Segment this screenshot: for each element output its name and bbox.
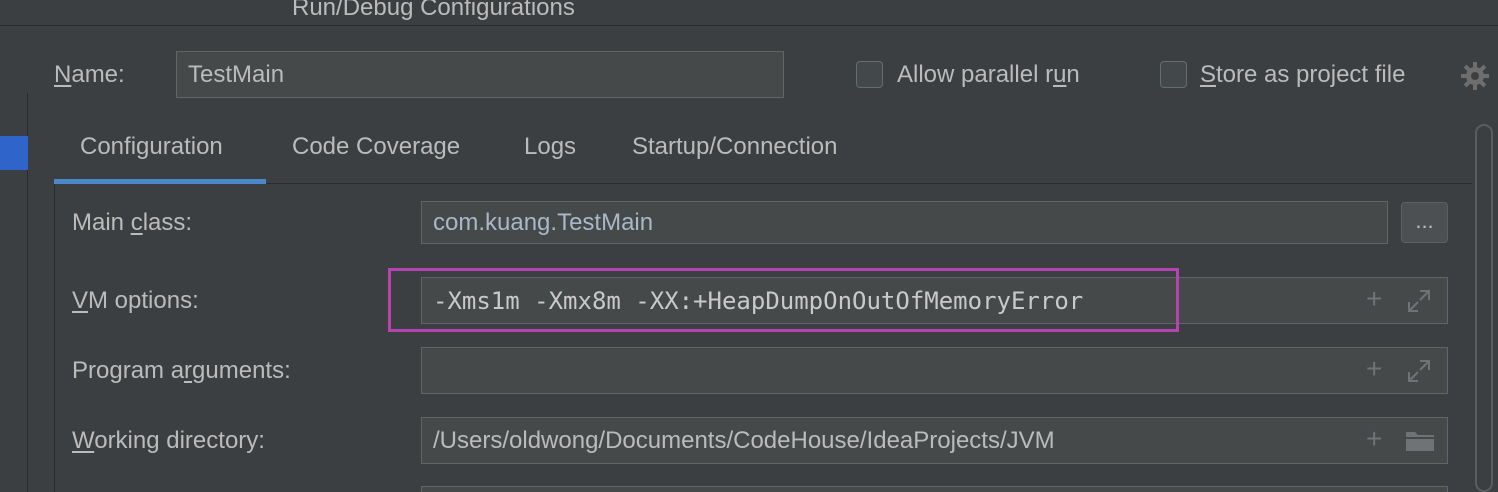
working-directory-label: Working directory: <box>72 427 265 454</box>
selected-configuration-item[interactable] <box>0 136 28 170</box>
name-label: Name: <box>54 61 125 88</box>
tab-logs[interactable]: Logs <box>524 133 576 183</box>
tab-code-coverage[interactable]: Code Coverage <box>292 133 460 183</box>
gear-icon[interactable] <box>1460 61 1490 91</box>
name-input[interactable]: TestMain <box>176 51 784 98</box>
program-arguments-input[interactable] <box>421 347 1448 394</box>
dialog-title: Run/Debug Configurations <box>292 0 575 21</box>
working-directory-input[interactable]: /Users/oldwong/Documents/CodeHouse/IdeaP… <box>421 417 1448 464</box>
next-field-partial[interactable] <box>421 486 1448 492</box>
expand-icon[interactable] <box>1406 358 1432 389</box>
folder-icon[interactable] <box>1404 428 1436 459</box>
plus-icon[interactable]: + <box>1366 425 1382 453</box>
store-as-project-file-checkbox[interactable] <box>1160 61 1187 88</box>
configurations-tree-panel <box>0 93 28 492</box>
vm-options-highlight-box <box>388 268 1179 332</box>
expand-icon[interactable] <box>1406 288 1432 319</box>
main-class-value: com.kuang.TestMain <box>433 208 654 236</box>
dialog-title-bar: Run/Debug Configurations <box>0 0 1498 26</box>
tab-startup-connection[interactable]: Startup/Connection <box>632 133 837 183</box>
main-class-label: Main class: <box>72 209 193 236</box>
allow-parallel-run-label[interactable]: Allow parallel run <box>897 61 1080 89</box>
store-as-project-file-label[interactable]: Store as project file <box>1200 61 1405 89</box>
vm-options-label: VM options: <box>72 287 199 314</box>
main-class-input[interactable]: com.kuang.TestMain <box>421 201 1388 244</box>
working-directory-value: /Users/oldwong/Documents/CodeHouse/IdeaP… <box>433 426 1055 454</box>
tab-configuration[interactable]: Configuration <box>80 133 223 183</box>
plus-icon[interactable]: + <box>1366 355 1382 383</box>
program-arguments-label: Program arguments: <box>72 357 291 384</box>
plus-icon[interactable]: + <box>1366 285 1382 313</box>
browse-main-class-button[interactable]: ... <box>1401 202 1448 243</box>
allow-parallel-run-checkbox[interactable] <box>856 61 883 88</box>
name-input-value: TestMain <box>188 60 285 88</box>
vertical-scrollbar[interactable] <box>1475 124 1493 492</box>
